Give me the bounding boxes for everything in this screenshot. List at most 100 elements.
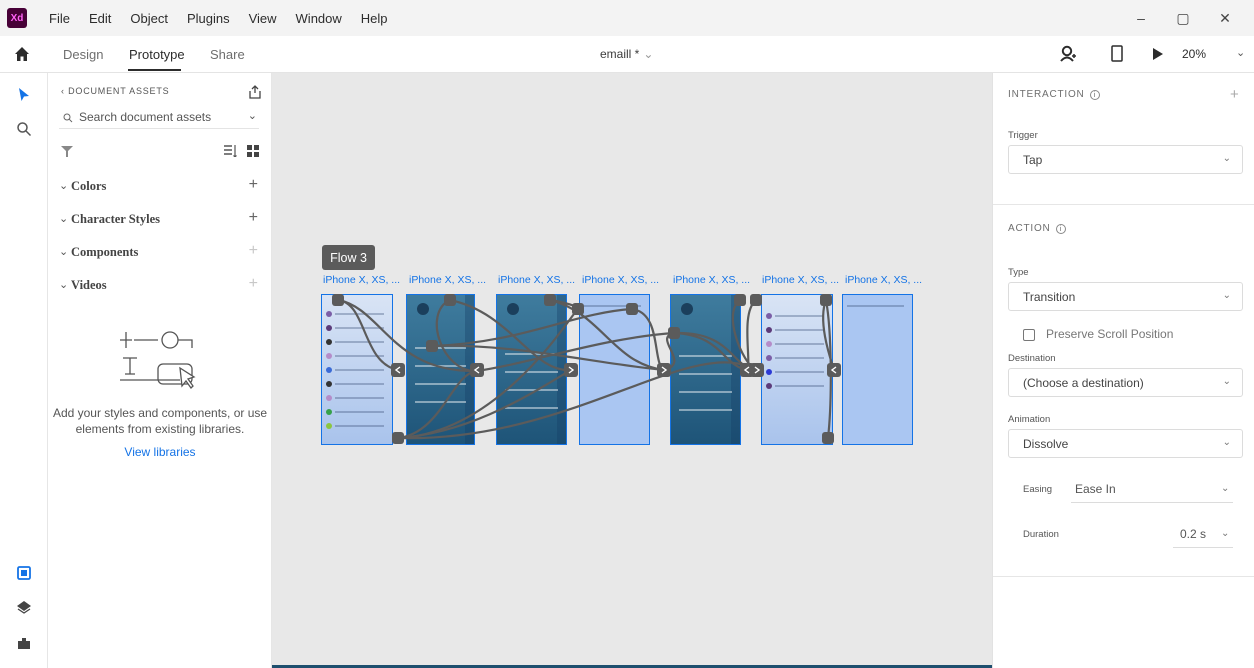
add-color-button[interactable]: + — [249, 176, 258, 194]
animation-select[interactable]: Dissolve ⌄ — [1008, 429, 1243, 458]
tab-prototype[interactable]: Prototype — [129, 47, 185, 62]
action-title: ACTION — [1008, 223, 1051, 234]
view-libraries-link[interactable]: View libraries — [48, 445, 272, 459]
add-component-button[interactable]: + — [249, 242, 258, 260]
tab-design[interactable]: Design — [63, 47, 103, 62]
destination-value: (Choose a destination) — [1023, 376, 1144, 390]
minimize-button[interactable]: – — [1120, 10, 1162, 26]
chevron-down-icon: ⌄ — [59, 279, 69, 291]
menu-window[interactable]: Window — [296, 11, 342, 26]
section-colors[interactable]: ⌄ Colors + — [59, 176, 259, 197]
add-interaction-button[interactable]: + — [1230, 86, 1239, 103]
trigger-label: Trigger — [1008, 130, 1038, 141]
duration-label: Duration — [1023, 529, 1059, 540]
invite-user-icon[interactable] — [1060, 45, 1076, 63]
list-view-icon[interactable] — [224, 145, 238, 157]
mode-tab-bar: Design Prototype Share emaill * ⌄ 20% ⌄ — [0, 36, 1254, 73]
assets-panel-icon[interactable] — [16, 565, 32, 581]
filter-icon[interactable] — [61, 146, 73, 157]
window-controls: – ▢ ✕ — [1120, 0, 1246, 36]
section-label: Components — [71, 245, 139, 259]
easing-underline — [1071, 502, 1233, 503]
chevron-down-icon: ⌄ — [1222, 437, 1231, 448]
animation-label: Animation — [1008, 414, 1051, 425]
chevron-down-icon: ⌄ — [643, 47, 654, 61]
chevron-down-icon[interactable]: ⌄ — [1236, 46, 1245, 59]
section-videos[interactable]: ⌄ Videos + — [59, 275, 259, 296]
chevron-down-icon[interactable]: ⌄ — [1221, 483, 1229, 494]
document-assets-panel: ‹ DOCUMENT ASSETS Search document assets… — [48, 73, 272, 668]
document-name: emaill * — [600, 47, 640, 61]
duration-input[interactable]: 0.2 s — [1180, 527, 1206, 541]
action-header: ACTION i — [1008, 223, 1066, 234]
trigger-value: Tap — [1023, 153, 1043, 167]
zoom-search-icon[interactable] — [16, 121, 32, 137]
share-export-icon[interactable] — [248, 85, 262, 99]
preserve-scroll-checkbox[interactable] — [1023, 329, 1035, 341]
action-type-select[interactable]: Transition ⌄ — [1008, 282, 1243, 311]
asset-search[interactable]: Search document assets ⌄ — [59, 107, 259, 129]
section-label: Videos — [71, 278, 107, 292]
layers-icon[interactable] — [16, 599, 32, 615]
destination-select[interactable]: (Choose a destination) ⌄ — [1008, 368, 1243, 397]
divider — [993, 576, 1254, 577]
easing-label: Easing — [1023, 484, 1053, 495]
empty-assets-message: Add your styles and components, or use e… — [52, 406, 268, 436]
empty-assets-illustration-icon — [120, 331, 196, 390]
device-preview-icon[interactable] — [1111, 45, 1123, 62]
close-button[interactable]: ✕ — [1204, 10, 1246, 27]
duration-underline — [1173, 547, 1233, 548]
menu-bar: File Edit Object Plugins View Window Hel… — [49, 11, 407, 26]
easing-select[interactable]: Ease In — [1075, 482, 1116, 496]
preserve-scroll-label[interactable]: Preserve Scroll Position — [1046, 327, 1173, 341]
menu-object[interactable]: Object — [130, 11, 168, 26]
section-components[interactable]: ⌄ Components + — [59, 242, 259, 263]
type-value: Transition — [1023, 290, 1076, 304]
assets-header[interactable]: ‹ DOCUMENT ASSETS — [61, 86, 169, 96]
menu-plugins[interactable]: Plugins — [187, 11, 230, 26]
interaction-title: INTERACTION — [1008, 89, 1085, 100]
divider — [993, 204, 1254, 205]
destination-label: Destination — [1008, 353, 1056, 364]
animation-value: Dissolve — [1023, 437, 1069, 451]
info-icon[interactable]: i — [1089, 90, 1100, 100]
search-input[interactable]: Search document assets — [79, 110, 211, 124]
canvas[interactable]: Flow 3 iPhone X, XS, ... iPhone X, XS, .… — [272, 73, 992, 668]
menu-help[interactable]: Help — [361, 11, 388, 26]
menu-edit[interactable]: Edit — [89, 11, 111, 26]
chevron-down-icon: ⌄ — [1222, 376, 1231, 387]
info-icon[interactable]: i — [1055, 224, 1066, 234]
chevron-down-icon[interactable]: ⌄ — [248, 109, 257, 122]
add-character-style-button[interactable]: + — [249, 209, 258, 227]
xd-logo: Xd — [7, 8, 27, 28]
interaction-header: INTERACTION i — [1008, 89, 1100, 100]
section-character-styles[interactable]: ⌄ Character Styles + — [59, 209, 259, 230]
chevron-down-icon: ⌄ — [59, 213, 69, 225]
home-icon[interactable] — [14, 46, 30, 62]
tab-share[interactable]: Share — [210, 47, 245, 62]
restore-button[interactable]: ▢ — [1162, 10, 1204, 27]
menu-file[interactable]: File — [49, 11, 70, 26]
type-label: Type — [1008, 267, 1029, 278]
active-tab-indicator — [128, 69, 181, 71]
add-video-button[interactable]: + — [249, 275, 258, 293]
grid-view-icon[interactable] — [247, 145, 259, 157]
menu-view[interactable]: View — [249, 11, 277, 26]
tool-strip — [0, 73, 48, 668]
chevron-down-icon: ⌄ — [59, 246, 69, 258]
select-arrow-icon[interactable] — [16, 87, 32, 103]
search-icon — [63, 113, 73, 123]
trigger-select[interactable]: Tap ⌄ — [1008, 145, 1243, 174]
chevron-down-icon[interactable]: ⌄ — [1221, 528, 1229, 539]
plugins-icon[interactable] — [16, 635, 32, 651]
interaction-inspector: INTERACTION i + Trigger Tap ⌄ ACTION i Typ… — [992, 73, 1254, 668]
zoom-level[interactable]: 20% — [1182, 47, 1206, 61]
document-title[interactable]: emaill * ⌄ — [600, 47, 653, 61]
title-bar: Xd File Edit Object Plugins View Window … — [0, 0, 1254, 36]
prototype-wires — [332, 294, 841, 444]
chevron-down-icon: ⌄ — [1222, 290, 1231, 301]
chevron-down-icon: ⌄ — [1222, 153, 1231, 164]
play-preview-icon[interactable] — [1152, 47, 1164, 61]
section-label: Character Styles — [71, 212, 160, 226]
chevron-down-icon: ⌄ — [59, 180, 69, 192]
